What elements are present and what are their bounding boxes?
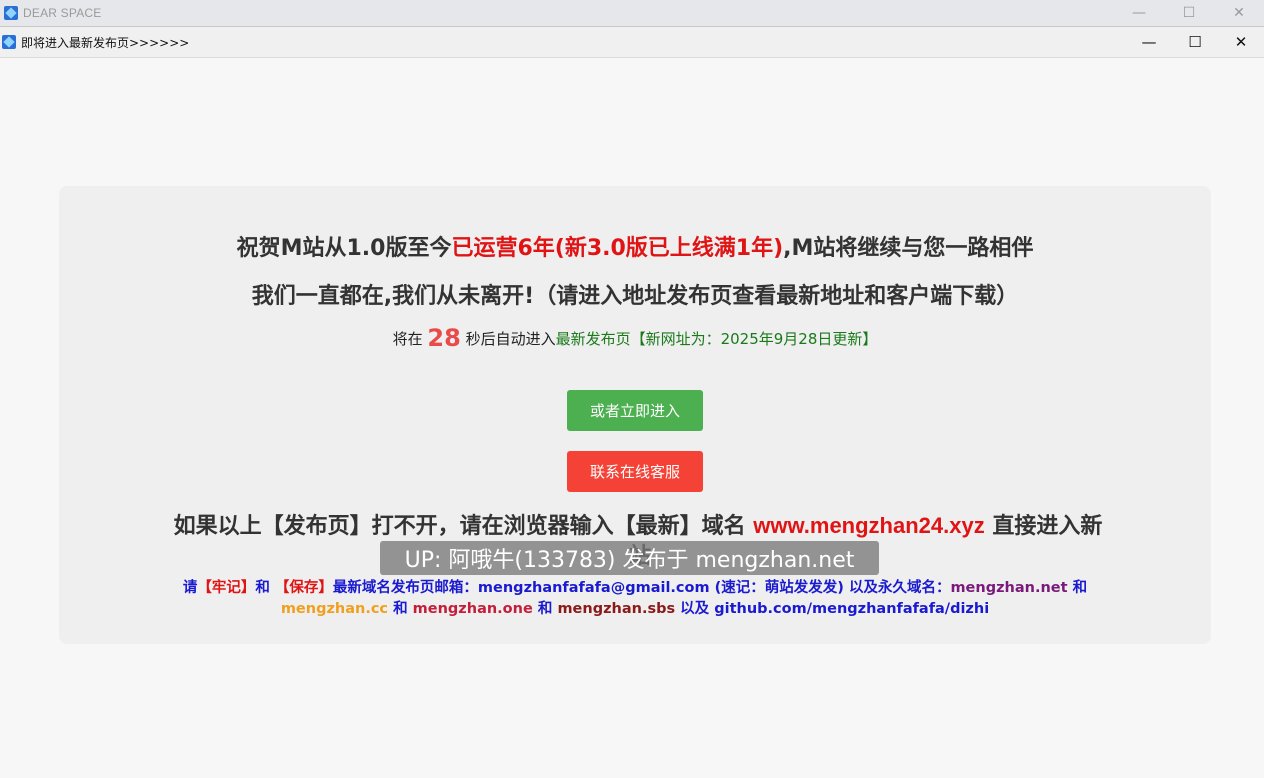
remember-email-text: 最新域名发布页邮箱：mengzhanfafafa@gmail.com (速记：萌…: [332, 580, 951, 596]
remember-notice: 请【牢记】和 【保存】最新域名发布页邮箱：mengzhanfafafa@gmai…: [59, 578, 1211, 620]
customer-service-button[interactable]: 联系在线客服: [567, 451, 703, 492]
inner-app-logo-icon: [2, 35, 16, 49]
remember-text-2: 和: [255, 580, 270, 596]
remember-and-2: 和: [393, 601, 408, 617]
countdown-line: 将在 28 秒后自动进入最新发布页【新网址为：2025年9月28日更新】: [59, 324, 1211, 352]
permanent-domain-net[interactable]: mengzhan.net: [950, 580, 1067, 596]
remember-and-3: 和: [537, 601, 553, 617]
release-page-link[interactable]: 最新发布页【新网址为：2025年9月28日更新】: [556, 330, 878, 348]
inner-title-bar: 即将进入最新发布页>>>>>> — ☐ ✕: [0, 27, 1264, 58]
inner-window-controls: — ☐ ✕: [1126, 27, 1264, 57]
outer-title-bar: DEAR SPACE — ☐ ✕: [0, 0, 1264, 27]
permanent-domain-sbs[interactable]: mengzhan.sbs: [557, 601, 675, 617]
permanent-domain-one[interactable]: mengzhan.one: [413, 601, 533, 617]
headline-always-here: 我们一直都在,我们从未离开!（请进入地址发布页查看最新地址和客户端下载）: [251, 284, 1019, 309]
enter-now-button[interactable]: 或者立即进入: [567, 390, 703, 431]
outer-close-button[interactable]: ✕: [1214, 0, 1264, 26]
fallback-prefix: 如果以上【发布页】打不开，请在浏览器输入【最新】域名: [173, 514, 746, 539]
headline-part-a: 祝贺M站从1.0版至今: [236, 236, 452, 261]
permanent-domain-cc[interactable]: mengzhan.cc: [281, 601, 388, 617]
inner-close-button[interactable]: ✕: [1218, 27, 1264, 57]
outer-window-controls: — ☐ ✕: [1114, 0, 1264, 26]
remember-and-1: 和: [1072, 580, 1088, 596]
headline-anniversary: 祝贺M站从1.0版至今已运营6年(新3.0版已上线满1年),M站将继续与您一路相…: [59, 230, 1211, 262]
uploader-watermark: UP: 阿哦牛(133783) 发布于 mengzhan.net: [380, 541, 879, 575]
notice-card: 祝贺M站从1.0版至今已运营6年(新3.0版已上线满1年),M站将继续与您一路相…: [59, 186, 1211, 644]
countdown-mid: 秒后自动进入: [465, 330, 556, 348]
fallback-suffix: 直接进入新: [992, 514, 1103, 539]
fallback-domain-link[interactable]: www.mengzhan24.xyz: [753, 513, 984, 538]
app-logo-icon: [4, 6, 18, 20]
outer-maximize-button[interactable]: ☐: [1164, 0, 1214, 26]
headline-highlight: 已运营6年(新3.0版已上线满1年): [451, 236, 784, 261]
remember-save-label: 【保存】: [274, 580, 333, 596]
outer-minimize-button[interactable]: —: [1114, 0, 1164, 26]
inner-window-title: 即将进入最新发布页>>>>>>: [21, 35, 190, 50]
remember-text-1: 请: [182, 580, 198, 596]
remember-keep-label: 【牢记】: [197, 580, 256, 596]
inner-minimize-button[interactable]: —: [1126, 27, 1172, 57]
inner-maximize-button[interactable]: ☐: [1172, 27, 1218, 57]
headline-part-c: ,M站将继续与您一路相伴: [783, 236, 1034, 261]
outer-window-title: DEAR SPACE: [23, 6, 102, 20]
countdown-prefix: 将在: [392, 330, 423, 348]
countdown-seconds: 28: [427, 324, 461, 352]
github-address-text[interactable]: 以及 github.com/mengzhanfafafa/dizhi: [680, 601, 989, 617]
